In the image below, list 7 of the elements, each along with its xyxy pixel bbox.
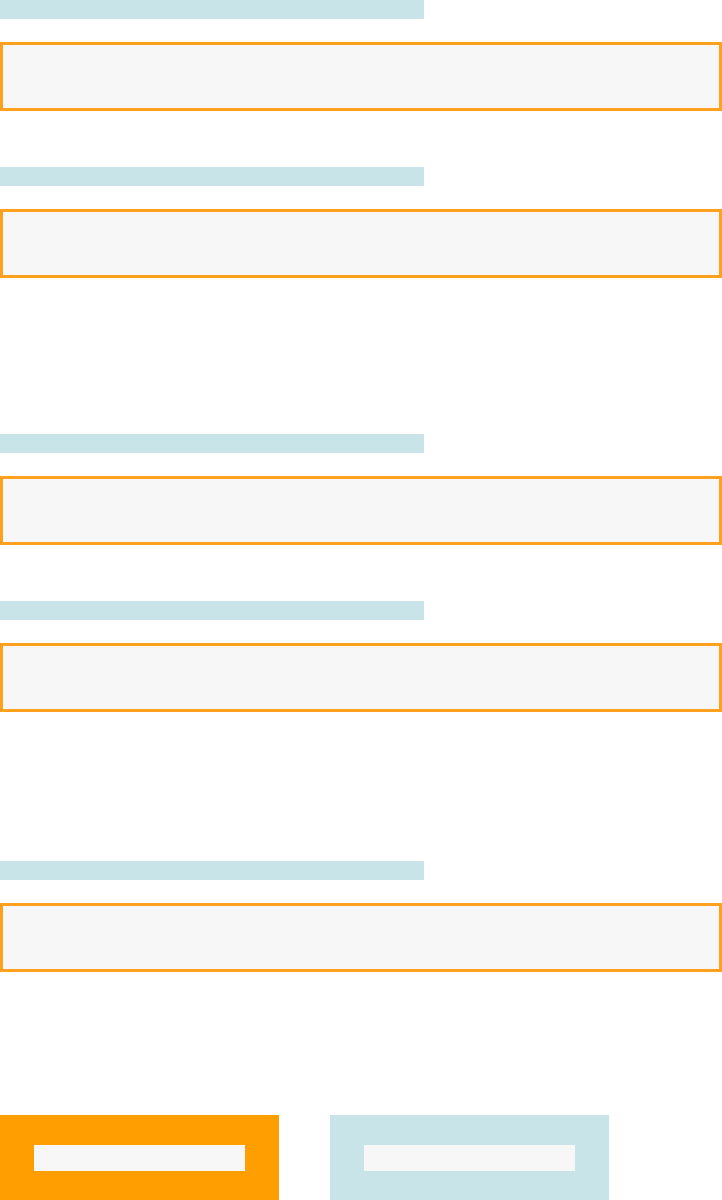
button[interactable] xyxy=(0,1115,279,1200)
input-field[interactable] xyxy=(0,42,722,111)
input-field[interactable] xyxy=(0,643,722,712)
input-field[interactable] xyxy=(0,476,722,545)
input-field[interactable] xyxy=(0,209,722,278)
button[interactable] xyxy=(330,1115,609,1200)
input-field[interactable] xyxy=(0,903,722,972)
